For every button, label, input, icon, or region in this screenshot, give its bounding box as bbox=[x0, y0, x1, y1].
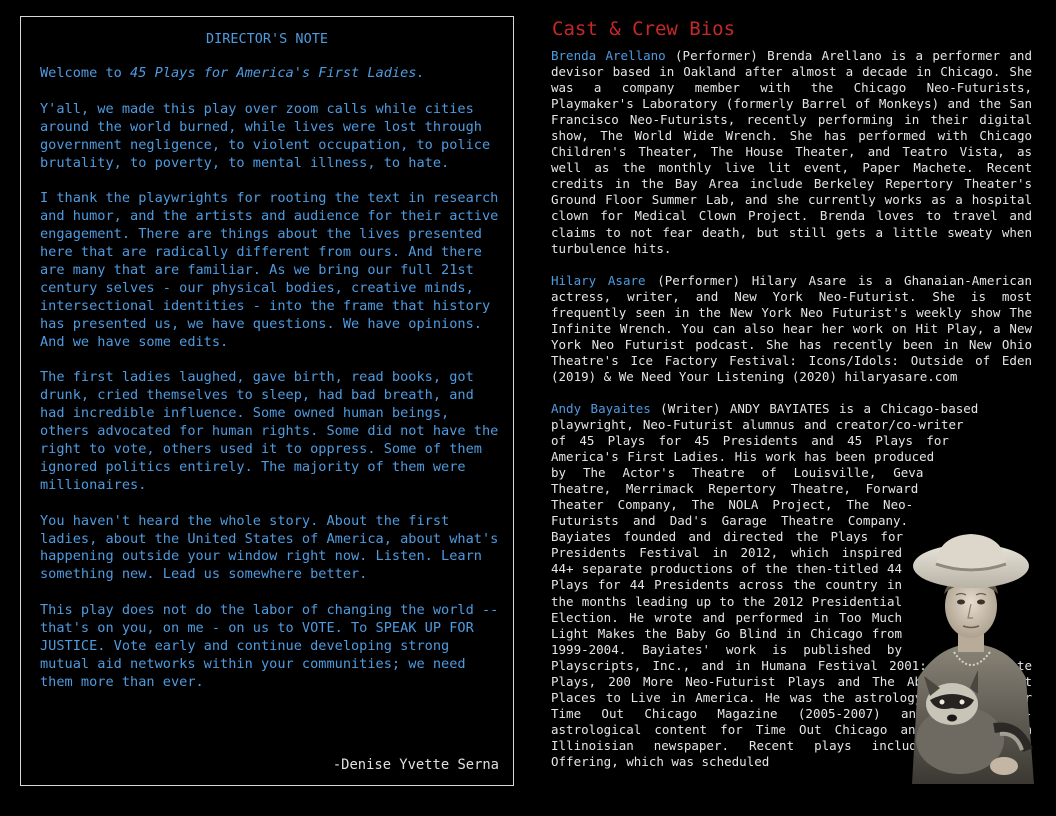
bio-name: Andy Bayaites bbox=[551, 400, 651, 416]
bio-entry: Brenda Arellano (Performer) Brenda Arell… bbox=[551, 48, 1032, 257]
directors-note-panel: DIRECTOR'S NOTE Welcome to 45 Plays for … bbox=[20, 16, 514, 786]
note-paragraph: This play does not do the labor of chang… bbox=[40, 602, 507, 690]
bio-name: Brenda Arellano bbox=[551, 48, 666, 63]
directors-note-title: DIRECTOR'S NOTE bbox=[206, 31, 328, 47]
note-paragraph: Y'all, we made this play over zoom calls… bbox=[40, 100, 499, 171]
bio-name: Hilary Asare bbox=[551, 272, 646, 288]
note-signature: -Denise Yvette Serna bbox=[332, 757, 499, 773]
note-paragraph: You haven't heard the whole story. About… bbox=[40, 512, 507, 583]
bios-heading: Cast & Crew Bios bbox=[552, 18, 736, 40]
note-paragraph: I thank the playwrights for rooting the … bbox=[40, 190, 507, 350]
note-intro-prefix: Welcome to bbox=[40, 65, 131, 81]
note-intro: Welcome to 45 Plays for America's First … bbox=[40, 65, 502, 83]
note-paragraph: The first ladies laughed, gave birth, re… bbox=[40, 369, 507, 493]
bio-text: (Performer) Brenda Arellano is a perform… bbox=[551, 48, 1032, 256]
bio-entry: Hilary Asare (Performer) Hilary Asare is… bbox=[551, 273, 1032, 385]
bio-text: (Performer) Hilary Asare is a Ghanaian-A… bbox=[551, 272, 1032, 384]
note-intro-play-title: 45 Plays for America's First Ladies. bbox=[130, 65, 425, 81]
vintage-woman-with-raccoon-photo bbox=[912, 534, 1034, 784]
directors-note-body: Welcome to 45 Plays for America's First … bbox=[40, 65, 502, 710]
